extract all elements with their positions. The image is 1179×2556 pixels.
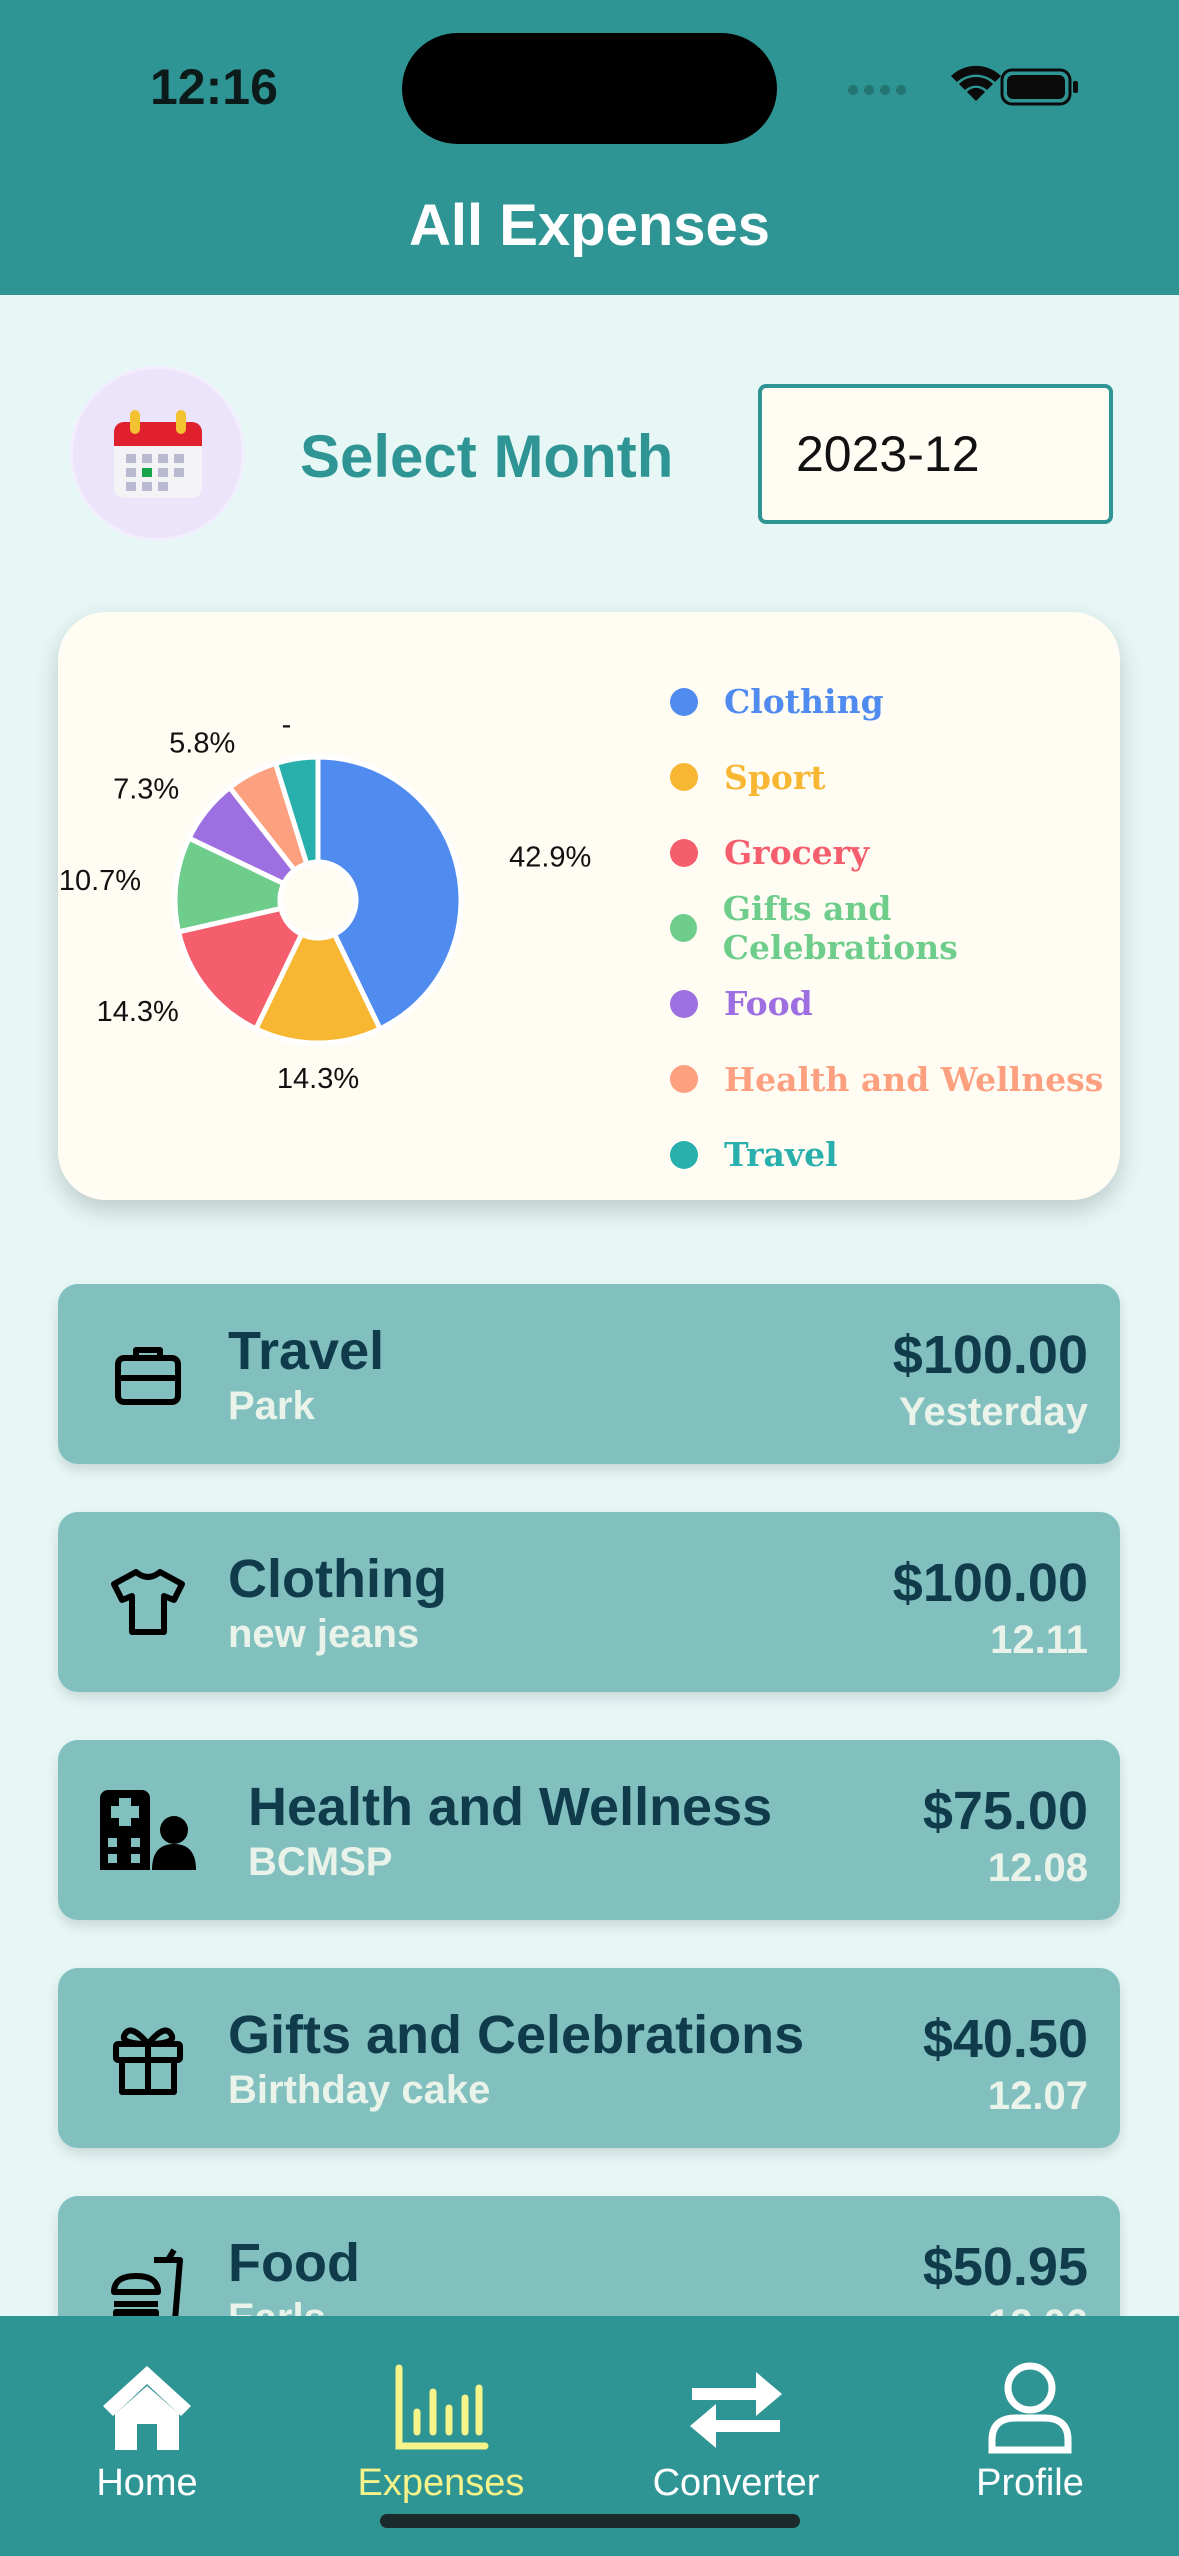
hospital-user-icon (98, 1780, 198, 1880)
expense-note: new jeans (228, 1612, 420, 1656)
nav-label: Converter (652, 2462, 820, 2504)
expense-list[interactable]: Travel Park $100.00 Yesterday Clothing n… (0, 0, 1179, 2316)
user-icon (980, 2358, 1080, 2458)
gift-icon (98, 2008, 198, 2108)
expense-category: Food (228, 2233, 360, 2293)
expense-amount: $100.00 (892, 1325, 1088, 1385)
home-icon (97, 2358, 197, 2458)
nav-item-home[interactable]: Home (0, 2316, 294, 2516)
tshirt-icon (98, 1552, 198, 1652)
bar-chart-icon (391, 2358, 491, 2458)
expense-row-gifts-and-celebrations[interactable]: Gifts and Celebrations Birthday cake $40… (58, 1968, 1120, 2148)
expense-amount: $50.95 (922, 2237, 1088, 2297)
expense-date: 12.08 (987, 1846, 1088, 1890)
expense-date: 12.06 (828, 2302, 1088, 2316)
expense-amount: $40.50 (922, 2009, 1088, 2069)
burger-drink-icon (98, 2236, 198, 2316)
briefcase-icon (98, 1324, 198, 1424)
nav-label: Home (96, 2462, 198, 2504)
expense-note: BCMSP (248, 1840, 393, 1884)
expense-date: Yesterday (898, 1390, 1088, 1434)
expense-row-food[interactable]: Food Earls $50.95 12.06 (58, 2196, 1120, 2316)
expense-category: Clothing (228, 1549, 447, 1609)
expense-category: Gifts and Celebrations (228, 2005, 805, 2065)
home-indicator (380, 2514, 800, 2528)
expense-amount: $75.00 (922, 1781, 1088, 1841)
nav-item-converter[interactable]: Converter (589, 2316, 883, 2516)
expense-note: Park (228, 1384, 315, 1428)
expense-note: Birthday cake (228, 2068, 491, 2112)
expense-amount: $100.00 (892, 1553, 1088, 1613)
expense-date: 12.07 (987, 2074, 1088, 2118)
expense-date: 12.11 (990, 1618, 1088, 1662)
nav-label: Profile (976, 2462, 1084, 2504)
expense-note: Earls (228, 2296, 326, 2316)
expense-category: Health and Wellness (248, 1777, 773, 1837)
expense-category: Travel (228, 1321, 385, 1381)
swap-arrows-icon (686, 2358, 786, 2458)
expense-row-clothing[interactable]: Clothing new jeans $100.00 12.11 (58, 1512, 1120, 1692)
expense-row-travel[interactable]: Travel Park $100.00 Yesterday (58, 1284, 1120, 1464)
nav-item-expenses[interactable]: Expenses (294, 2316, 588, 2516)
expense-row-health-and-wellness[interactable]: Health and Wellness BCMSP $75.00 12.08 (58, 1740, 1120, 1920)
nav-item-profile[interactable]: Profile (883, 2316, 1177, 2516)
nav-label: Expenses (357, 2462, 525, 2504)
